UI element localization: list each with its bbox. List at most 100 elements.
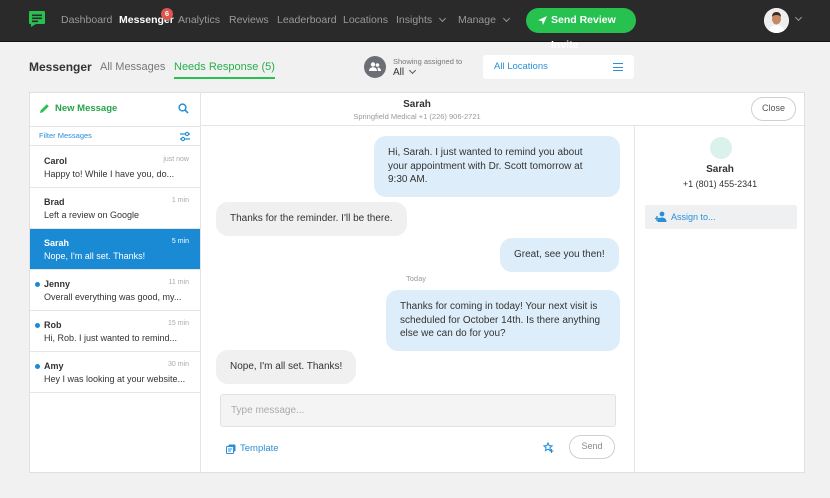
filter-messages-label: Filter Messages [39,131,92,140]
nav-locations[interactable]: Locations [343,14,388,26]
new-message-button[interactable]: New Message [39,103,117,114]
sliders-icon [180,131,190,142]
nav-insights-label: Insights [396,14,433,26]
conversation-preview: Hey I was looking at your website... [44,374,186,384]
add-user-icon [655,211,667,222]
nav-reviews[interactable]: Reviews [229,14,269,26]
nav-manage-label: Manage [458,14,496,26]
message-outgoing: Great, see you then! [500,238,619,272]
send-button[interactable]: Send [569,435,615,459]
message-outgoing: Hi, Sarah. I just wanted to remind you a… [374,136,620,197]
contact-phone: +1 (801) 455-2341 [682,179,758,189]
user-avatar[interactable] [764,8,789,33]
message-outgoing: Thanks for coming in today! Your next vi… [386,290,620,351]
conversation-preview: Happy to! While I have you, do... [44,169,175,179]
messenger-unread-badge: 6 [161,8,173,20]
conversation-time: 30 min [167,361,189,368]
nav-analytics[interactable]: Analytics [178,14,220,26]
conversation-time: just now [163,156,189,163]
conversation-name: Brad [44,197,65,207]
search-icon[interactable] [178,103,189,114]
assign-to-label: Assign to... [671,212,716,222]
contact-details-panel: Sarah +1 (801) 455-2341 Assign to... [634,126,804,472]
hamburger-menu-icon [613,63,623,74]
conversation-preview: Hi, Rob. I just wanted to remind... [44,333,178,343]
message-line: 9:30 AM. [388,174,428,185]
message-line: Nope, I'm all set. Thanks! [230,361,343,372]
chat-contact-name: Sarah [403,99,431,110]
message-line: Hi, Sarah. I just wanted to remind you a… [388,147,583,158]
conversation-preview: Left a review on Google [44,210,140,220]
conversation-name: Sarah [44,238,70,248]
star-plus-icon[interactable] [543,442,554,453]
conversation-time: 5 min [171,238,189,245]
chevron-down-icon[interactable] [794,13,803,22]
conversation-time: 15 min [167,320,189,327]
message-input-placeholder: Type message... [231,405,305,416]
message-line: Great, see you then! [514,249,605,260]
conversation-name: Amy [44,361,64,371]
template-label: Template [240,443,279,454]
message-line: scheduled for October 14th. Is there any… [400,314,601,326]
conversation-preview: Overall everything was good, my... [44,292,182,302]
conversation-time: 11 min [168,279,190,286]
unread-dot [35,364,40,369]
locations-selector[interactable]: All Locations [483,55,634,79]
conversation-name: Carol [44,156,68,166]
message-input[interactable]: Type message... [220,394,616,427]
assign-to-button[interactable]: Assign to... [645,205,797,229]
conversation-item-rob[interactable]: Rob 15 min Hi, Rob. I just wanted to rem… [30,311,200,352]
conversation-item-carol[interactable]: Carol just now Happy to! While I have yo… [30,147,200,188]
message-incoming: Nope, I'm all set. Thanks! [216,350,357,384]
template-icon [226,444,236,454]
conversation-item-jenny[interactable]: Jenny 11 min Overall everything was good… [30,270,200,311]
assigned-filter-value: All [393,67,405,78]
message-line: else we can do for you? [400,328,506,339]
app-logo-icon[interactable] [28,10,46,28]
conversation-item-amy[interactable]: Amy 30 min Hey I was looking at your web… [30,352,200,393]
conversation-item-sarah[interactable]: Sarah 5 min Nope, I'm all set. Thanks! [30,229,200,270]
conversation-item-brad[interactable]: Brad 1 min Left a review on Google [30,188,200,229]
top-navigation-bar: Dashboard Messenger 6 Analytics Reviews … [0,0,830,51]
pencil-icon [40,104,49,113]
unread-dot [35,323,40,328]
assigned-filter-label: Showing assigned to [393,57,463,66]
conversation-preview: Nope, I'm all set. Thanks! [44,251,146,261]
chevron-down-icon [439,14,447,23]
close-conversation-button[interactable]: Close [751,97,796,121]
chat-contact-subtitle: Springfield Medical +1 (226) 906-2721 [353,112,481,121]
conversation-name: Rob [44,320,62,330]
filter-messages-bar[interactable]: Filter Messages [30,126,200,146]
tab-all-messages[interactable]: All Messages [100,61,165,73]
send-icon [538,16,547,25]
conversation-time: 1 min [171,197,189,204]
send-review-invite-button[interactable]: Send Review Invite [526,8,636,51]
messenger-panel: New Message Filter Messages Carol just n… [29,92,805,473]
template-button[interactable]: Template [226,443,279,454]
conversation-name: Jenny [44,279,71,289]
chevron-down-icon [409,66,417,75]
nav-insights[interactable]: Insights [396,14,447,26]
message-incoming: Thanks for the reminder. I'll be there. [216,202,407,236]
nav-manage[interactable]: Manage [458,14,510,26]
message-line: Thanks for coming in today! Your next vi… [400,301,598,312]
nav-dashboard[interactable]: Dashboard [61,14,112,26]
date-divider: Today [406,274,427,283]
contact-name: Sarah [706,164,734,175]
conversation-sidebar: New Message Filter Messages Carol just n… [30,93,201,472]
send-review-invite-label: Send Review Invite [551,14,616,51]
unread-dot [35,282,40,287]
assigned-users-button[interactable] [364,56,386,78]
new-message-label: New Message [55,103,118,114]
chevron-down-icon [502,14,510,23]
chat-header: Sarah Springfield Medical +1 (226) 906-2… [201,93,804,126]
locations-selector-label: All Locations [494,61,548,72]
assigned-filter-dropdown[interactable]: All [393,66,417,78]
tab-needs-response[interactable]: Needs Response (5) [174,61,275,79]
page-title: Messenger [29,60,92,74]
message-line: your appointment with Dr. Scott tomorrow… [388,160,583,172]
nav-leaderboard[interactable]: Leaderboard [277,14,337,26]
avatar-portrait-icon [764,8,789,33]
users-icon [369,62,381,71]
contact-avatar [710,137,732,159]
